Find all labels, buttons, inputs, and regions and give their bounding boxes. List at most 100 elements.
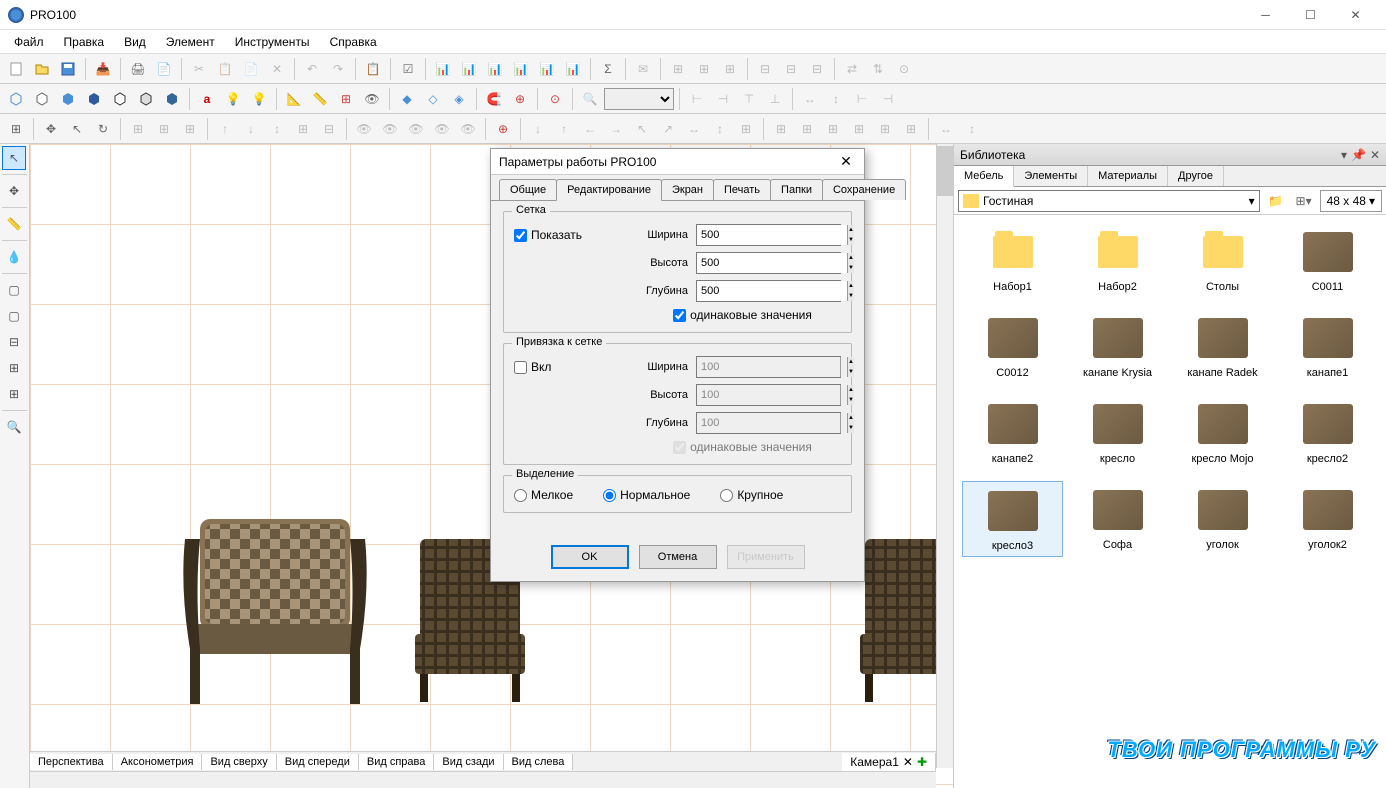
grid-snap-button[interactable]: ⊞ <box>4 117 28 141</box>
selection-normal-radio[interactable]: Нормальное <box>603 488 690 502</box>
flip3-button[interactable]: ⊙ <box>892 57 916 81</box>
distribute2-button[interactable]: ⊟ <box>779 57 803 81</box>
cut-button[interactable]: ✂ <box>187 57 211 81</box>
library-item[interactable]: канапе Krysia <box>1067 309 1168 383</box>
group3-button[interactable]: ⊞ <box>178 117 202 141</box>
library-item[interactable]: кресло3 <box>962 481 1063 557</box>
center-button[interactable]: ⊙ <box>543 87 567 111</box>
save-button[interactable] <box>56 57 80 81</box>
move5-button[interactable]: ⊟ <box>317 117 341 141</box>
dim7-button[interactable]: ⊢ <box>850 87 874 111</box>
view-tab-front[interactable]: Вид спереди <box>277 754 359 770</box>
library-item[interactable]: Набор1 <box>962 223 1063 297</box>
library-tab-materials[interactable]: Материалы <box>1088 166 1168 186</box>
minimize-button[interactable]: ─ <box>1243 1 1288 29</box>
shape2-tool[interactable]: ▢ <box>2 304 26 328</box>
furniture-chair-1[interactable] <box>170 509 380 709</box>
shape4-tool[interactable]: ⊞ <box>2 356 26 380</box>
library-item[interactable]: кресло <box>1067 395 1168 469</box>
a9-button[interactable]: ⊞ <box>734 117 758 141</box>
view-wireframe-button[interactable] <box>4 87 28 111</box>
library-item[interactable]: канапе2 <box>962 395 1063 469</box>
a3-button[interactable]: ← <box>578 117 602 141</box>
library-item[interactable]: Столы <box>1172 223 1273 297</box>
layer-button[interactable]: 📐 <box>282 87 306 111</box>
snap2-button[interactable]: ◇ <box>421 87 445 111</box>
distribute3-button[interactable]: ⊟ <box>805 57 829 81</box>
library-item[interactable]: Набор2 <box>1067 223 1168 297</box>
target-button[interactable]: ⊕ <box>491 117 515 141</box>
dialog-tab-print[interactable]: Печать <box>713 179 771 200</box>
selection-small-radio[interactable]: Мелкое <box>514 488 573 502</box>
a2-button[interactable]: ↑ <box>552 117 576 141</box>
a5-button[interactable]: ↖ <box>630 117 654 141</box>
distribute1-button[interactable]: ⊟ <box>753 57 777 81</box>
cancel-button[interactable]: Отмена <box>639 545 717 569</box>
library-item[interactable]: кресло2 <box>1277 395 1378 469</box>
move3-button[interactable]: ↕ <box>265 117 289 141</box>
print-preview-button[interactable]: 📄 <box>152 57 176 81</box>
snap-enable-checkbox[interactable]: Вкл <box>514 360 551 374</box>
dialog-titlebar[interactable]: Параметры работы PRO100 ✕ <box>491 149 864 175</box>
magnet1-button[interactable]: 🧲 <box>482 87 506 111</box>
view-tab-back[interactable]: Вид сзади <box>434 754 503 770</box>
library-item[interactable]: Софа <box>1067 481 1168 557</box>
search-tool[interactable]: 🔍 <box>2 415 26 439</box>
move1-button[interactable]: ↑ <box>213 117 237 141</box>
snap-height-spinner[interactable]: ▲▼ <box>696 384 841 406</box>
hide5-button[interactable]: 👁 <box>456 117 480 141</box>
shape5-tool[interactable]: ⊞ <box>2 382 26 406</box>
report3-button[interactable]: 📊 <box>483 57 507 81</box>
import-button[interactable]: 📥 <box>91 57 115 81</box>
eyedropper-tool[interactable]: 💧 <box>2 245 26 269</box>
grid-same-checkbox[interactable]: одинаковые значения <box>644 308 841 322</box>
dialog-tab-screen[interactable]: Экран <box>661 179 714 200</box>
visibility-button[interactable]: 👁 <box>360 87 384 111</box>
hide1-button[interactable]: 👁 <box>352 117 376 141</box>
vertical-scrollbar[interactable] <box>936 144 953 768</box>
properties-button[interactable]: 📋 <box>361 57 385 81</box>
zoom-button[interactable]: 🔍 <box>578 87 602 111</box>
align3-button[interactable]: ⊞ <box>718 57 742 81</box>
dialog-tab-editing[interactable]: Редактирование <box>556 179 662 201</box>
library-item[interactable]: C0012 <box>962 309 1063 383</box>
grid-show-checkbox[interactable]: Показать <box>514 228 582 242</box>
undo-button[interactable]: ↶ <box>300 57 324 81</box>
dimensions-button[interactable]: 📏 <box>308 87 332 111</box>
grid-height-spinner[interactable]: ▲▼ <box>696 252 841 274</box>
b3-button[interactable]: ⊞ <box>821 117 845 141</box>
dim2-button[interactable]: ⊣ <box>711 87 735 111</box>
light1-button[interactable]: 💡 <box>221 87 245 111</box>
a6-button[interactable]: ↗ <box>656 117 680 141</box>
dim8-button[interactable]: ⊣ <box>876 87 900 111</box>
view-tab-right[interactable]: Вид справа <box>359 754 435 770</box>
flip2-button[interactable]: ⇅ <box>866 57 890 81</box>
move4-button[interactable]: ⊞ <box>291 117 315 141</box>
align2-button[interactable]: ⊞ <box>692 57 716 81</box>
pan-tool[interactable]: ✥ <box>2 179 26 203</box>
view-full-button[interactable] <box>134 87 158 111</box>
check-button[interactable]: ☑ <box>396 57 420 81</box>
group1-button[interactable]: ⊞ <box>126 117 150 141</box>
view-render-button[interactable] <box>160 87 184 111</box>
dialog-tab-general[interactable]: Общие <box>499 179 557 200</box>
b1-button[interactable]: ⊞ <box>769 117 793 141</box>
view-texture-button[interactable] <box>108 87 132 111</box>
redo-button[interactable]: ↷ <box>326 57 350 81</box>
library-tab-furniture[interactable]: Мебель <box>954 166 1014 187</box>
library-folder-combo[interactable]: Гостиная ▾ <box>958 190 1260 212</box>
snap-width-spinner[interactable]: ▲▼ <box>696 356 841 378</box>
view-shade1-button[interactable] <box>56 87 80 111</box>
library-tab-other[interactable]: Другое <box>1168 166 1224 186</box>
hide4-button[interactable]: 👁 <box>430 117 454 141</box>
a7-button[interactable]: ↔ <box>682 117 706 141</box>
maximize-button[interactable]: ☐ <box>1288 1 1333 29</box>
b2-button[interactable]: ⊞ <box>795 117 819 141</box>
library-dropdown-icon[interactable]: ▾ <box>1341 148 1347 162</box>
delete-button[interactable]: ✕ <box>265 57 289 81</box>
horizontal-scrollbar[interactable] <box>30 771 936 788</box>
text-button[interactable]: a <box>195 87 219 111</box>
open-button[interactable] <box>30 57 54 81</box>
a8-button[interactable]: ↕ <box>708 117 732 141</box>
c1-button[interactable]: ↔ <box>934 117 958 141</box>
